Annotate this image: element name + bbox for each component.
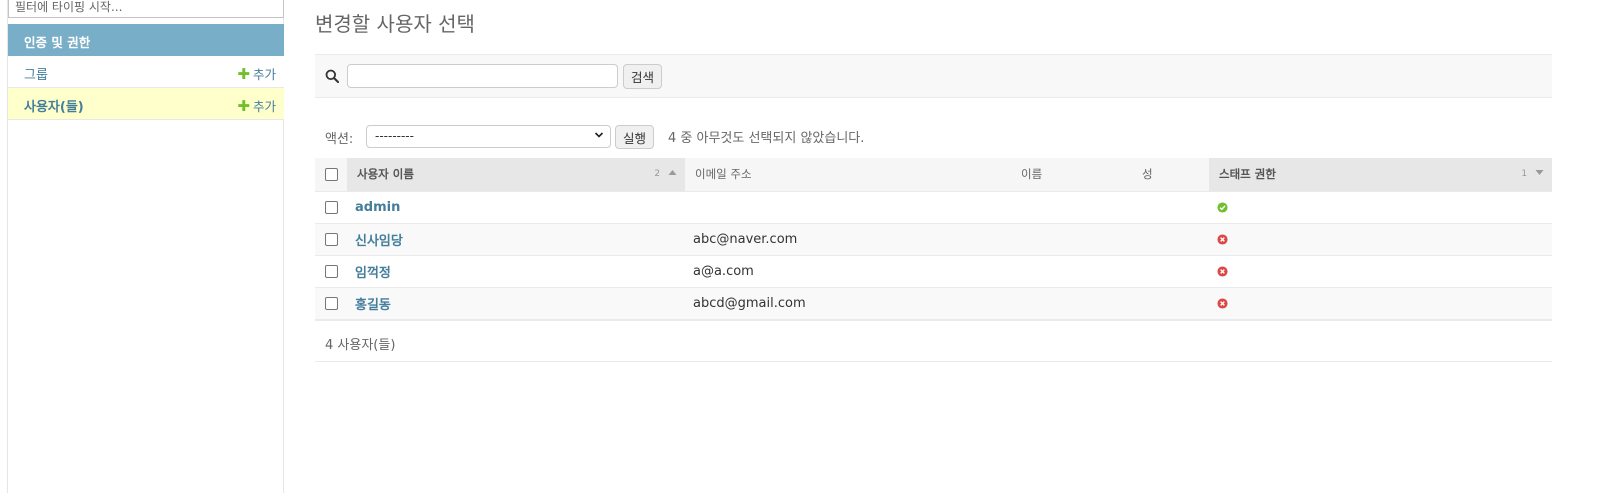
column-header-username[interactable]: 사용자 이름 2 bbox=[347, 158, 685, 192]
x-circle-icon bbox=[1217, 264, 1228, 279]
action-counter: 4 중 아무것도 선택되지 않았습니다. bbox=[668, 131, 865, 146]
username-link[interactable]: admin bbox=[355, 200, 400, 215]
action-select-value: --------- bbox=[375, 129, 414, 143]
username-cell: 신사임당 bbox=[347, 223, 685, 256]
row-checkbox-cell bbox=[315, 223, 347, 256]
table-row: 홍길동 abcd@gmail.com bbox=[315, 287, 1552, 320]
staff-status-cell bbox=[1209, 287, 1552, 320]
row-checkbox-cell bbox=[315, 191, 347, 224]
actions-bar: 액션: --------- 실행 4 중 아무것도 선택되지 않았습니다. bbox=[315, 122, 1552, 150]
check-circle-icon bbox=[1217, 200, 1228, 215]
email-cell: a@a.com bbox=[685, 255, 1011, 288]
staff-status-cell bbox=[1209, 223, 1552, 256]
search-toolbar: 검색 bbox=[315, 54, 1552, 98]
select-all-header bbox=[315, 158, 347, 192]
table-row: admin bbox=[315, 191, 1552, 224]
username-cell: 홍길동 bbox=[347, 287, 685, 320]
column-header-staff[interactable]: 스태프 권한 1 bbox=[1209, 158, 1552, 192]
sort-down-icon bbox=[1535, 170, 1544, 175]
search-icon bbox=[325, 69, 339, 83]
row-select-checkbox[interactable] bbox=[325, 200, 338, 214]
last-name-cell bbox=[1132, 255, 1209, 288]
sidebar-item-label[interactable]: 그룹 bbox=[24, 64, 48, 83]
row-select-checkbox[interactable] bbox=[325, 264, 338, 278]
row-select-checkbox[interactable] bbox=[325, 296, 338, 310]
select-all-checkbox[interactable] bbox=[325, 168, 338, 182]
column-header-email[interactable]: 이메일 주소 bbox=[685, 158, 1011, 192]
add-label: 추가 bbox=[252, 99, 276, 114]
app-caption-auth[interactable]: 인증 및 권한 bbox=[8, 24, 284, 56]
last-name-cell bbox=[1132, 191, 1209, 224]
plus-icon: ✚ bbox=[237, 65, 250, 83]
sidebar-nav: 인증 및 권한 그룹 ✚추가 사용자(들) ✚추가 bbox=[7, 0, 284, 493]
sort-priority: 2 bbox=[654, 169, 661, 179]
action-select[interactable]: --------- bbox=[366, 125, 611, 148]
action-label: 액션: bbox=[325, 132, 354, 147]
last-name-cell bbox=[1132, 287, 1209, 320]
column-label: 이메일 주소 bbox=[695, 167, 752, 182]
username-cell: 임꺽정 bbox=[347, 255, 685, 288]
first-name-cell bbox=[1011, 287, 1132, 320]
email-cell: abcd@gmail.com bbox=[685, 287, 1011, 320]
sort-up-icon bbox=[668, 170, 677, 175]
row-checkbox-cell bbox=[315, 255, 347, 288]
first-name-cell bbox=[1011, 255, 1132, 288]
paginator: 4 사용자(들) bbox=[315, 320, 1552, 362]
search-input[interactable] bbox=[347, 64, 618, 88]
sort-priority: 1 bbox=[1521, 169, 1528, 179]
sidebar-item-users: 사용자(들) ✚ 추가 bbox=[8, 88, 284, 120]
column-header-last-name[interactable]: 성 bbox=[1132, 158, 1209, 192]
result-list-table: 사용자 이름 2 이메일 주소 이름 성 스태프 권한 1 admin 신사임당… bbox=[315, 158, 1552, 320]
sort-indicator[interactable]: 2 bbox=[654, 169, 677, 179]
last-name-cell bbox=[1132, 223, 1209, 256]
username-link[interactable]: 홍길동 bbox=[355, 298, 391, 313]
first-name-cell bbox=[1011, 223, 1132, 256]
column-label: 스태프 권한 bbox=[1219, 167, 1276, 182]
add-group-link[interactable]: ✚ 추가 bbox=[237, 64, 276, 83]
table-header-row: 사용자 이름 2 이메일 주소 이름 성 스태프 권한 1 bbox=[315, 158, 1552, 192]
add-user-link[interactable]: ✚ 추가 bbox=[237, 96, 276, 115]
table-body: admin 신사임당 abc@naver.com 임꺽정 a@a.com 홍길동 abcd@… bbox=[315, 191, 1552, 320]
sidebar-item-groups: 그룹 ✚ 추가 bbox=[8, 56, 284, 88]
row-checkbox-cell bbox=[315, 287, 347, 320]
first-name-cell bbox=[1011, 191, 1132, 224]
username-link[interactable]: 임꺽정 bbox=[355, 266, 391, 281]
page-title: 변경할 사용자 선택 bbox=[315, 12, 475, 36]
x-circle-icon bbox=[1217, 232, 1228, 247]
sidebar-item-label[interactable]: 사용자(들) bbox=[24, 96, 84, 115]
username-link[interactable]: 신사임당 bbox=[355, 234, 403, 249]
nav-filter-box bbox=[8, 0, 284, 18]
row-select-checkbox[interactable] bbox=[325, 232, 338, 246]
username-cell: admin bbox=[347, 191, 685, 224]
column-header-first-name[interactable]: 이름 bbox=[1011, 158, 1132, 192]
add-label: 추가 bbox=[252, 67, 276, 82]
table-row: 임꺽정 a@a.com bbox=[315, 255, 1552, 288]
column-label: 이름 bbox=[1021, 167, 1043, 182]
email-cell: abc@naver.com bbox=[685, 223, 1011, 256]
staff-status-cell bbox=[1209, 191, 1552, 224]
search-button[interactable]: 검색 bbox=[623, 64, 663, 89]
chevron-down-icon bbox=[594, 132, 604, 138]
email-cell bbox=[685, 191, 1011, 224]
column-label: 성 bbox=[1142, 167, 1153, 182]
staff-status-cell bbox=[1209, 255, 1552, 288]
sort-indicator[interactable]: 1 bbox=[1521, 169, 1544, 179]
x-circle-icon bbox=[1217, 296, 1228, 311]
table-row: 신사임당 abc@naver.com bbox=[315, 223, 1552, 256]
column-label: 사용자 이름 bbox=[357, 167, 414, 182]
run-action-button[interactable]: 실행 bbox=[615, 125, 655, 149]
plus-icon: ✚ bbox=[237, 97, 250, 115]
nav-filter-input[interactable] bbox=[9, 0, 283, 17]
